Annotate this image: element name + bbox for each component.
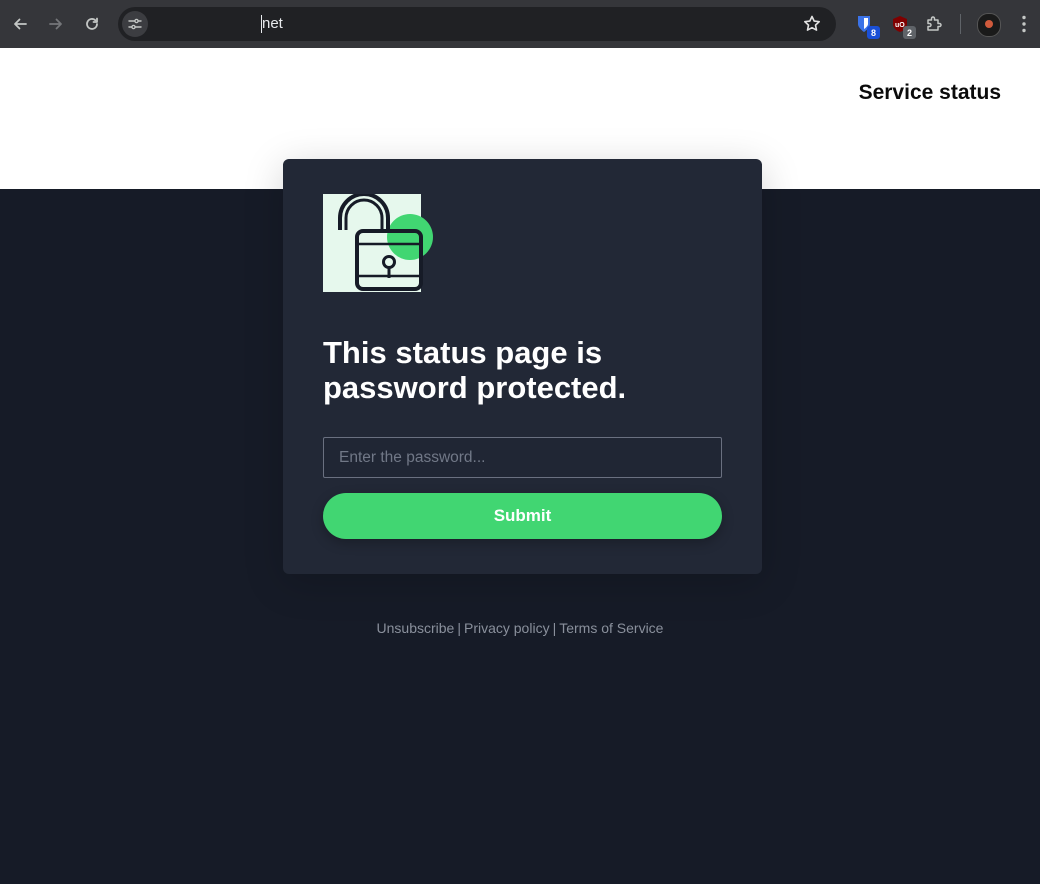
protected-heading: This status page is password protected. (323, 335, 627, 405)
password-card: This status page is password protected. … (283, 159, 762, 574)
page-title: Service status (858, 81, 1001, 104)
browser-toolbar: net 8 uO 2 (0, 0, 1040, 48)
bitwarden-badge: 8 (867, 26, 880, 39)
profile-avatar[interactable] (977, 13, 1001, 37)
submit-button[interactable]: Submit (323, 493, 722, 539)
password-input[interactable] (323, 437, 722, 478)
back-icon[interactable] (8, 12, 32, 36)
bitwarden-icon[interactable]: 8 (852, 12, 880, 39)
ublock-icon[interactable]: uO 2 (888, 12, 916, 39)
footer-links: Unsubscribe | Privacy policy | Terms of Serv… (0, 620, 1040, 636)
url-text[interactable]: net (262, 15, 283, 32)
footer-separator: | (552, 620, 557, 636)
address-bar[interactable]: net (118, 7, 836, 41)
toolbar-divider (960, 14, 961, 34)
privacy-policy-link[interactable]: Privacy policy (464, 620, 550, 636)
terms-of-service-link[interactable]: Terms of Service (559, 620, 663, 636)
browser-menu-icon[interactable] (1016, 13, 1032, 35)
ublock-badge: 2 (903, 26, 916, 39)
forward-icon[interactable] (44, 12, 68, 36)
padlock-icon (323, 194, 433, 292)
site-settings-icon[interactable] (122, 11, 148, 37)
bookmark-star-icon[interactable] (802, 14, 822, 39)
footer-separator: | (457, 620, 461, 636)
unsubscribe-link[interactable]: Unsubscribe (377, 620, 455, 636)
extensions-puzzle-icon[interactable] (922, 12, 946, 36)
reload-icon[interactable] (80, 12, 104, 36)
